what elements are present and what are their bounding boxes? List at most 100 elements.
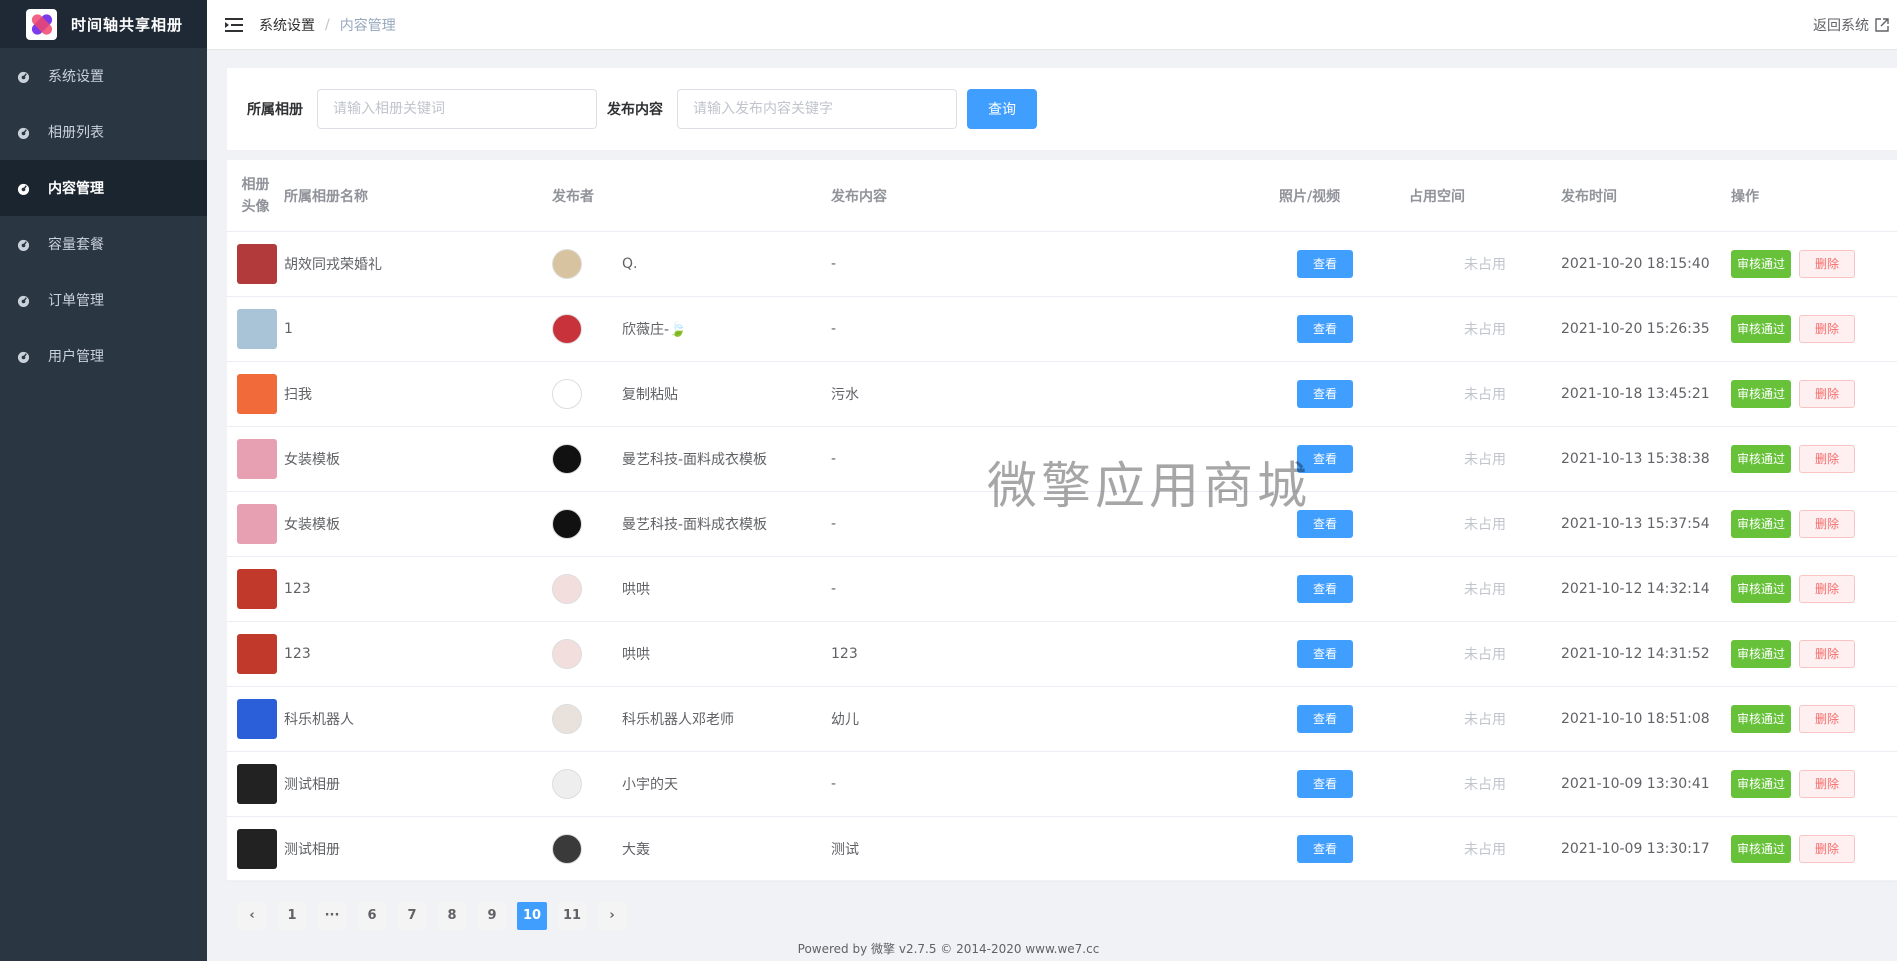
view-media-button[interactable]: 查看 — [1297, 575, 1353, 603]
sidebar-item-3[interactable]: 容量套餐 — [0, 216, 207, 272]
approve-button[interactable]: 审核通过 — [1731, 835, 1792, 863]
post-content: - — [831, 321, 837, 337]
table-row: 胡效同戎荣婚礼 Q. - 查看 未占用 2021-10-20 18:15:40 审核通过 删除 — [227, 232, 1897, 297]
publisher-name: 哄哄 — [622, 582, 650, 598]
publish-time: 2021-10-09 13:30:41 — [1561, 776, 1710, 792]
col-publisher: 发布者 — [552, 188, 594, 205]
publish-time: 2021-10-10 18:51:08 — [1561, 711, 1710, 727]
breadcrumb-item-current: 内容管理 — [339, 17, 396, 34]
view-media-button[interactable]: 查看 — [1297, 640, 1353, 668]
approve-button[interactable]: 审核通过 — [1731, 770, 1792, 798]
content-search-input[interactable] — [677, 89, 957, 129]
dashboard-icon — [17, 351, 30, 363]
view-media-button[interactable]: 查看 — [1297, 770, 1353, 798]
album-thumbnail — [237, 634, 277, 674]
publisher-avatar — [552, 509, 582, 539]
delete-button[interactable]: 删除 — [1799, 835, 1856, 863]
col-time: 发布时间 — [1561, 188, 1617, 205]
publisher-name: 科乐机器人邓老师 — [622, 712, 734, 728]
sidebar-item-1[interactable]: 相册列表 — [0, 104, 207, 160]
view-media-button[interactable]: 查看 — [1297, 705, 1353, 733]
space-usage: 未占用 — [1464, 517, 1506, 533]
brand[interactable]: 时间轴共享相册 — [0, 0, 207, 48]
col-actions: 操作 — [1731, 188, 1759, 205]
approve-button[interactable]: 审核通过 — [1731, 705, 1792, 733]
query-button[interactable]: 查询 — [967, 89, 1037, 129]
delete-button[interactable]: 删除 — [1799, 445, 1856, 473]
delete-button[interactable]: 删除 — [1799, 250, 1856, 278]
album-thumbnail — [237, 309, 277, 349]
topbar: 系统设置 / 内容管理 返回系统 — [207, 0, 1897, 50]
publish-time: 2021-10-13 15:37:54 — [1561, 516, 1710, 532]
view-media-button[interactable]: 查看 — [1297, 835, 1353, 863]
album-search-input[interactable] — [317, 89, 597, 129]
table-row: 科乐机器人 科乐机器人邓老师 幼儿 查看 未占用 2021-10-10 18:51:08 审… — [227, 687, 1897, 752]
dashboard-icon — [17, 295, 30, 307]
space-usage: 未占用 — [1464, 842, 1506, 858]
content: 所属相册 发布内容 查询 相册头像 所属相册名称 发布者 发布内容 照片/视频 … — [227, 68, 1897, 930]
view-media-button[interactable]: 查看 — [1297, 510, 1353, 538]
view-media-button[interactable]: 查看 — [1297, 445, 1353, 473]
album-thumbnail — [237, 439, 277, 479]
post-content: - — [831, 451, 837, 467]
post-content: 幼儿 — [831, 712, 859, 728]
sidebar-item-label: 容量套餐 — [48, 237, 104, 253]
delete-button[interactable]: 删除 — [1799, 315, 1856, 343]
page-button[interactable]: 6 — [357, 902, 387, 930]
table-row: 女装模板 曼艺科技-面料成衣模板 - 查看 未占用 2021-10-13 15:37:54… — [227, 492, 1897, 557]
sidebar-item-0[interactable]: 系统设置 — [0, 48, 207, 104]
post-content: - — [831, 256, 837, 272]
dashboard-icon — [17, 71, 30, 83]
space-usage: 未占用 — [1464, 647, 1506, 663]
page-button[interactable]: 7 — [397, 902, 427, 930]
content-filter-label: 发布内容 — [607, 102, 663, 118]
table-row: 扫我 复制粘贴 污水 查看 未占用 2021-10-18 13:45:21 审核通过 删除 — [227, 362, 1897, 427]
menu-fold-icon[interactable] — [225, 17, 243, 32]
sidebar-item-2[interactable]: 内容管理 — [0, 160, 207, 216]
approve-button[interactable]: 审核通过 — [1731, 445, 1792, 473]
sidebar-item-label: 相册列表 — [48, 125, 104, 141]
page-button[interactable]: 8 — [437, 902, 467, 930]
publisher-avatar — [552, 704, 582, 734]
sidebar-item-4[interactable]: 订单管理 — [0, 272, 207, 328]
back-to-system-link[interactable]: 返回系统 — [1813, 0, 1889, 50]
main-area: 系统设置 / 内容管理 返回系统 所属相册 发布内容 查询 相册头像 所属相册名… — [207, 0, 1897, 961]
approve-button[interactable]: 审核通过 — [1731, 380, 1792, 408]
pagination-ellipsis[interactable]: ··· — [317, 902, 347, 930]
prev-page-button[interactable]: ‹ — [237, 902, 267, 930]
post-content: - — [831, 516, 837, 532]
view-media-button[interactable]: 查看 — [1297, 250, 1353, 278]
page-button[interactable]: 11 — [557, 902, 587, 930]
table-row: 123 哄哄 - 查看 未占用 2021-10-12 14:32:14 审核通过 删除 — [227, 557, 1897, 622]
delete-button[interactable]: 删除 — [1799, 510, 1856, 538]
publisher-name: 复制粘贴 — [622, 387, 678, 403]
view-media-button[interactable]: 查看 — [1297, 315, 1353, 343]
publisher-avatar — [552, 639, 582, 669]
page-button[interactable]: 10 — [517, 902, 547, 930]
sidebar-item-5[interactable]: 用户管理 — [0, 328, 207, 384]
delete-button[interactable]: 删除 — [1799, 705, 1856, 733]
publisher-avatar — [552, 314, 582, 344]
page-button[interactable]: 9 — [477, 902, 507, 930]
album-name: 测试相册 — [284, 777, 340, 793]
delete-button[interactable]: 删除 — [1799, 770, 1856, 798]
approve-button[interactable]: 审核通过 — [1731, 250, 1792, 278]
next-page-button[interactable]: › — [597, 902, 627, 930]
publish-time: 2021-10-20 15:26:35 — [1561, 321, 1710, 337]
view-media-button[interactable]: 查看 — [1297, 380, 1353, 408]
page-button[interactable]: 1 — [277, 902, 307, 930]
table-row: 测试相册 大轰 测试 查看 未占用 2021-10-09 13:30:17 审核通过 删除 — [227, 817, 1897, 882]
approve-button[interactable]: 审核通过 — [1731, 640, 1792, 668]
breadcrumb-item-settings[interactable]: 系统设置 — [259, 15, 315, 35]
publisher-avatar — [552, 444, 582, 474]
approve-button[interactable]: 审核通过 — [1731, 575, 1792, 603]
publish-time: 2021-10-20 18:15:40 — [1561, 256, 1710, 272]
delete-button[interactable]: 删除 — [1799, 640, 1856, 668]
delete-button[interactable]: 删除 — [1799, 575, 1856, 603]
table-row: 女装模板 曼艺科技-面料成衣模板 - 查看 未占用 2021-10-13 15:38:38… — [227, 427, 1897, 492]
publisher-name: 哄哄 — [622, 647, 650, 663]
approve-button[interactable]: 审核通过 — [1731, 510, 1792, 538]
approve-button[interactable]: 审核通过 — [1731, 315, 1792, 343]
pagination: ‹ 1 ··· 6 7 8 9 10 11 › — [227, 902, 1897, 930]
delete-button[interactable]: 删除 — [1799, 380, 1856, 408]
